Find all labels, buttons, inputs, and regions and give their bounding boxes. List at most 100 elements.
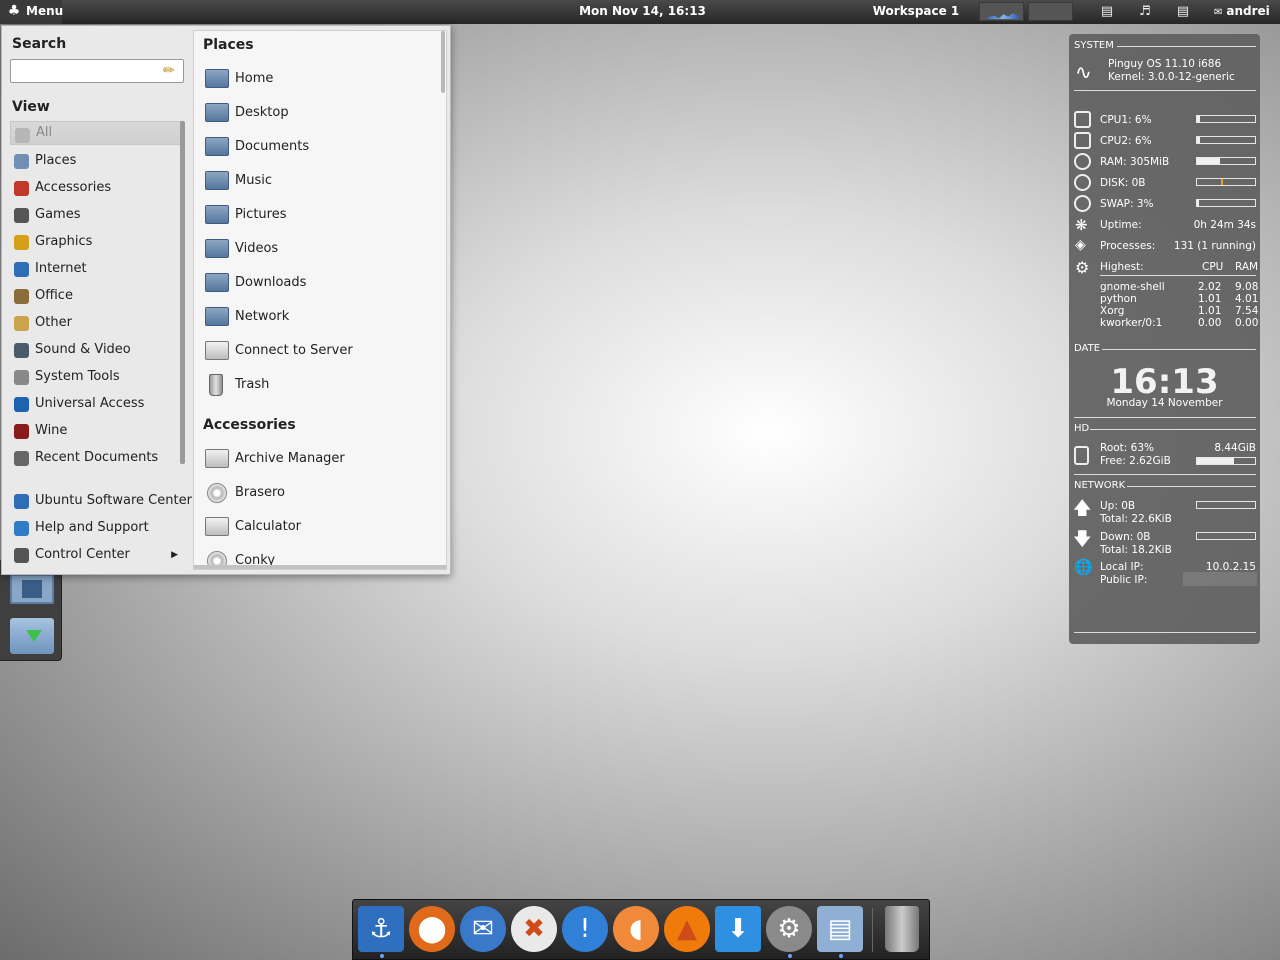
dock-firefox[interactable]: ⬤ — [409, 906, 455, 952]
places-horizontal-scrollbar[interactable] — [194, 565, 446, 569]
category-places[interactable]: Places — [10, 148, 184, 175]
network-icon[interactable]: ▤ — [1174, 3, 1192, 21]
process-cpu: 1.01 — [1198, 305, 1222, 317]
root-size: 8.44GiB — [1214, 442, 1256, 454]
dock-notify[interactable]: ! — [562, 906, 608, 952]
divider — [1102, 349, 1256, 350]
search-input[interactable] — [10, 59, 184, 83]
clear-search-icon[interactable]: ✏ — [163, 62, 177, 80]
ubuntu-software-center[interactable]: Ubuntu Software Center — [10, 488, 192, 515]
app-label: Brasero — [235, 485, 286, 500]
clock[interactable]: Mon Nov 14, 16:13 — [560, 0, 725, 24]
app-archive-manager[interactable]: Archive Manager — [203, 444, 433, 474]
pulse-icon: ∿ — [1075, 60, 1092, 84]
videos-folder-icon — [205, 239, 229, 258]
control-center[interactable]: Control Center ▶ — [10, 542, 184, 569]
conky-time: 16:13 — [1110, 362, 1219, 402]
help-icon — [14, 521, 29, 536]
office-icon — [14, 289, 29, 304]
swap-icon — [1074, 195, 1091, 212]
cpu-icon — [1074, 132, 1091, 149]
category-all[interactable]: All — [10, 121, 184, 145]
running-indicator — [380, 954, 384, 958]
help-and-support[interactable]: Help and Support — [10, 515, 184, 542]
place-music[interactable]: Music — [203, 166, 433, 196]
dock-settings[interactable]: ⚙ — [766, 906, 812, 952]
volume-icon[interactable]: ♬ — [1136, 3, 1154, 21]
downloads-folder-icon[interactable] — [10, 618, 54, 654]
accessibility-icon — [14, 397, 29, 412]
wine-icon — [14, 424, 29, 439]
desktop-icon — [205, 103, 229, 122]
uptime-icon: ❋ — [1075, 216, 1088, 234]
app-brasero[interactable]: Brasero — [203, 478, 433, 508]
place-label: Network — [235, 309, 290, 324]
category-universal-access[interactable]: Universal Access — [10, 391, 184, 418]
place-trash[interactable]: Trash — [203, 370, 433, 400]
cpu2-bar — [1196, 136, 1256, 144]
search-title: Search — [12, 36, 67, 52]
category-sound-video[interactable]: Sound & Video — [10, 337, 184, 364]
divider — [1127, 486, 1256, 487]
place-home[interactable]: Home — [203, 64, 433, 94]
category-other[interactable]: Other — [10, 310, 184, 337]
place-pictures[interactable]: Pictures — [203, 200, 433, 230]
category-wine[interactable]: Wine — [10, 418, 184, 445]
category-graphics[interactable]: Graphics — [10, 229, 184, 256]
video-file-icon[interactable] — [10, 574, 54, 604]
link-label: Help and Support — [35, 520, 149, 535]
dock-files[interactable]: ▤ — [817, 906, 863, 952]
dock-trash[interactable] — [885, 906, 919, 952]
divider — [1074, 632, 1256, 633]
category-system-tools[interactable]: System Tools — [10, 364, 184, 391]
category-label: Internet — [35, 261, 87, 276]
dock-clementine[interactable]: ◖ — [613, 906, 659, 952]
local-ip-label: Local IP: — [1100, 561, 1144, 573]
place-documents[interactable]: Documents — [203, 132, 433, 162]
dock-thunderbird[interactable]: ✉ — [460, 906, 506, 952]
place-desktop[interactable]: Desktop — [203, 98, 433, 128]
dock-vlc[interactable]: ▲ — [664, 906, 710, 952]
cpu1-bar — [1196, 115, 1256, 123]
category-office[interactable]: Office — [10, 283, 184, 310]
category-scrollbar[interactable] — [180, 121, 185, 464]
link-label: Ubuntu Software Center — [35, 493, 192, 508]
conky-date: Monday 14 November — [1106, 397, 1223, 409]
download-arrow-icon: 🡇 — [1073, 529, 1092, 550]
category-accessories[interactable]: Accessories — [10, 175, 184, 202]
clipboard-icon[interactable]: ▤ — [1098, 3, 1116, 21]
gnome-foot-icon: ♣ — [7, 3, 21, 19]
running-indicator — [839, 954, 843, 958]
dock-anchor[interactable]: ⚓ — [358, 906, 404, 952]
app-calculator[interactable]: Calculator — [203, 512, 433, 542]
place-downloads[interactable]: Downloads — [203, 268, 433, 298]
places-scrollbar[interactable] — [441, 31, 445, 93]
cpu1-label: CPU1: 6% — [1100, 114, 1152, 126]
app-label: Archive Manager — [235, 451, 345, 466]
workspace-switcher-2[interactable] — [1028, 2, 1073, 21]
cpu-column-header: CPU — [1202, 261, 1224, 273]
category-label: Wine — [35, 423, 68, 438]
place-connect-to-server[interactable]: Connect to Server — [203, 336, 433, 366]
conky-date-header: DATE — [1074, 343, 1101, 354]
category-recent-documents[interactable]: Recent Documents — [10, 445, 184, 472]
workspace-label[interactable]: Workspace 1 — [868, 0, 964, 24]
place-label: Documents — [235, 139, 310, 154]
processes-label: Processes: — [1100, 240, 1156, 252]
pictures-folder-icon — [205, 205, 229, 224]
divider — [1074, 474, 1256, 475]
place-network[interactable]: Network — [203, 302, 433, 332]
category-internet[interactable]: Internet — [10, 256, 184, 283]
user-menu[interactable]: ✉ andrei — [1214, 0, 1276, 24]
menu-button[interactable]: ♣ Menu — [0, 0, 63, 24]
workspace-switcher-1[interactable] — [979, 2, 1024, 21]
user-icon: ✉ — [1214, 7, 1223, 18]
dock-downloader[interactable]: ⬇ — [715, 906, 761, 952]
uptime-value: 0h 24m 34s — [1193, 219, 1256, 231]
category-games[interactable]: Games — [10, 202, 184, 229]
place-label: Pictures — [235, 207, 287, 222]
process-name: python — [1100, 293, 1137, 305]
dock-xchat[interactable]: ✖ — [511, 906, 557, 952]
divider — [1100, 275, 1256, 276]
place-videos[interactable]: Videos — [203, 234, 433, 264]
